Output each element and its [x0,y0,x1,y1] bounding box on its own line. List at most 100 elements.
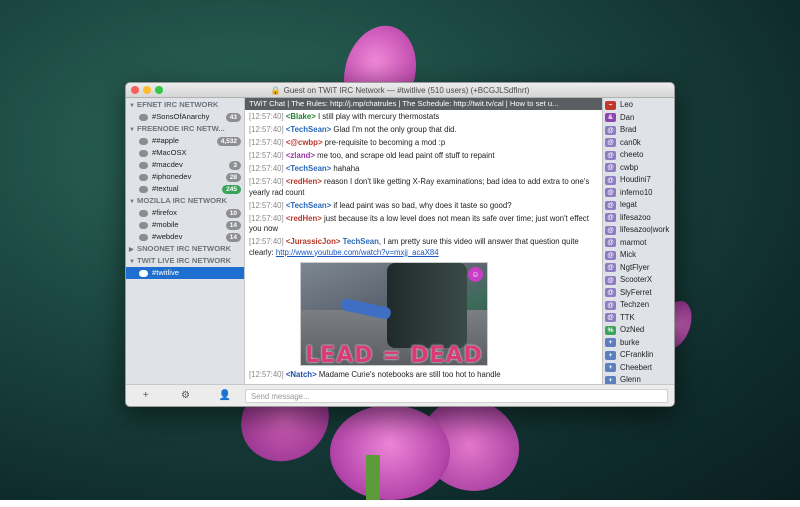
message-log[interactable]: [12:57:40] <Blake> I still play with mer… [245,110,602,384]
chat-message: [12:57:40] <TechSean> Glad I'm not the o… [249,125,598,136]
user-mode-icon: @ [605,288,616,298]
plus-icon[interactable]: + [136,390,156,401]
nickname[interactable]: <TechSean> [286,125,331,134]
user-item[interactable]: @ legat [603,199,674,212]
user-item[interactable]: @ Houdini7 [603,174,674,187]
channel-item[interactable]: #MacOSX [126,147,244,159]
user-item[interactable]: ~ Leo [603,99,674,112]
nickname[interactable]: <zland> [286,151,315,160]
user-name: SlyFerret [620,287,652,297]
user-item[interactable]: @ cheeto [603,149,674,162]
nickname[interactable]: <TechSean> [286,201,331,210]
unread-badge: 3 [229,160,241,170]
user-item[interactable]: % OzNed [603,324,674,337]
message-text: I still play with mercury thermostats [317,112,440,121]
title-bar[interactable]: 🔒 Guest on TWiT IRC Network — #twitlive (… [126,83,674,98]
nickname[interactable]: <redHen> [286,177,322,186]
network-header[interactable]: ▼ TWIT LIVE IRC NETWORK [126,255,244,267]
channel-item[interactable]: #mobile 14 [126,219,244,231]
network-header[interactable]: ▼ FREENODE IRC NETW... [126,123,244,135]
channel-item[interactable]: #twitlive [126,267,244,279]
message-link[interactable]: http://www.youtube.com/watch?v=mxjj_acaX… [276,248,439,257]
channel-name: #mobile [152,220,179,229]
user-mode-icon: + [605,350,616,360]
disclosure-closed-icon[interactable]: ▶ [129,244,137,255]
gear-icon[interactable]: ⚙ [175,390,195,401]
user-item[interactable]: @ can0k [603,137,674,150]
user-mode-icon: @ [605,163,616,173]
user-item[interactable]: @ ScooterX [603,274,674,287]
channel-name: #firefox [152,208,177,217]
minimize-button[interactable] [143,86,151,94]
user-mode-icon: @ [605,213,616,223]
channel-item[interactable]: ##apple 4,532 [126,135,244,147]
disclosure-open-icon[interactable]: ▼ [129,100,137,111]
user-item[interactable]: + burke [603,337,674,350]
user-mode-icon: @ [605,300,616,310]
user-name: Mick [620,250,637,259]
network-header[interactable]: ▼ EFNET IRC NETWORK [126,99,244,111]
disclosure-open-icon[interactable]: ▼ [129,124,137,135]
network-header[interactable]: ▶ SNOONET IRC NETWORK [126,243,244,255]
user-mode-icon: @ [605,188,616,198]
network-header[interactable]: ▼ MOZILLA IRC NETWORK [126,195,244,207]
user-item[interactable]: @ inferno10 [603,187,674,200]
user-icon[interactable]: 👤 [215,390,235,401]
user-item[interactable]: @ cwbp [603,162,674,175]
user-item[interactable]: @ marmot [603,237,674,250]
unread-badge: 10 [225,208,241,218]
embedded-image[interactable]: ☺ LEAD = DEAD [300,262,488,366]
user-name: lifesazoo [620,212,651,222]
user-name: cheeto [620,150,644,159]
channel-name: #MacOSX [152,148,187,157]
channel-item[interactable]: #webdev 14 [126,231,244,243]
user-item[interactable]: @ lifesazoo [603,212,674,225]
user-item[interactable]: + Cheebert [603,362,674,375]
nickname[interactable]: <Natch> [286,370,317,379]
user-item[interactable]: + Glenn [603,374,674,384]
network-name: MOZILLA IRC NETWORK [137,196,227,205]
user-item[interactable]: @ Brad [603,124,674,137]
chat-message: [12:57:40] <TechSean> if lead paint was … [249,201,598,212]
user-item[interactable]: @ Mick [603,249,674,262]
user-mode-icon: @ [605,250,616,260]
user-mode-icon: + [605,338,616,348]
user-mode-icon: @ [605,125,616,135]
channel-name: #macdev [152,160,183,169]
zoom-button[interactable] [155,86,163,94]
bottom-bar: + ⚙ 👤 Send message... [126,384,674,406]
user-mode-icon: @ [605,225,616,235]
user-name: Cheebert [620,362,653,372]
nickname[interactable]: <redHen> [286,214,322,223]
nickname[interactable]: <TechSean> [286,164,331,173]
chat-bubble-icon [139,137,148,145]
network-name: TWIT LIVE IRC NETWORK [137,256,232,265]
timestamp: [12:57:40] [249,112,284,121]
chat-message: [12:57:40] <TechSean> hahaha [249,164,598,175]
close-button[interactable] [131,86,139,94]
channel-item[interactable]: #macdev 3 [126,159,244,171]
mention[interactable]: TechSean [343,237,379,246]
disclosure-open-icon[interactable]: ▼ [129,196,137,207]
user-item[interactable]: + CFranklin [603,349,674,362]
channel-item[interactable]: #iphonedev 28 [126,171,244,183]
user-item[interactable]: @ lifesazoo|work [603,224,674,237]
channel-item[interactable]: #textual 245 [126,183,244,195]
channel-topic[interactable]: TWiT Chat | The Rules: http://j.mp/chatr… [245,98,602,110]
user-item[interactable]: @ TTK [603,312,674,325]
message-text: hahaha [333,164,360,173]
user-item[interactable]: & Dan [603,112,674,125]
user-item[interactable]: @ Techzen [603,299,674,312]
chat-bubble-icon [139,221,148,229]
nickname[interactable]: <Blake> [286,112,316,121]
user-item[interactable]: @ NgtFlyer [603,262,674,275]
user-item[interactable]: @ SlyFerret [603,287,674,300]
user-name: OzNed [620,325,645,334]
nickname[interactable]: <@cwbp> [286,138,323,147]
timestamp: [12:57:40] [249,138,284,147]
disclosure-open-icon[interactable]: ▼ [129,256,137,267]
nickname[interactable]: <JurassicJon> [286,237,341,246]
channel-item[interactable]: #SonsOfAnarchy 43 [126,111,244,123]
message-input[interactable]: Send message... [245,388,668,403]
channel-item[interactable]: #firefox 10 [126,207,244,219]
